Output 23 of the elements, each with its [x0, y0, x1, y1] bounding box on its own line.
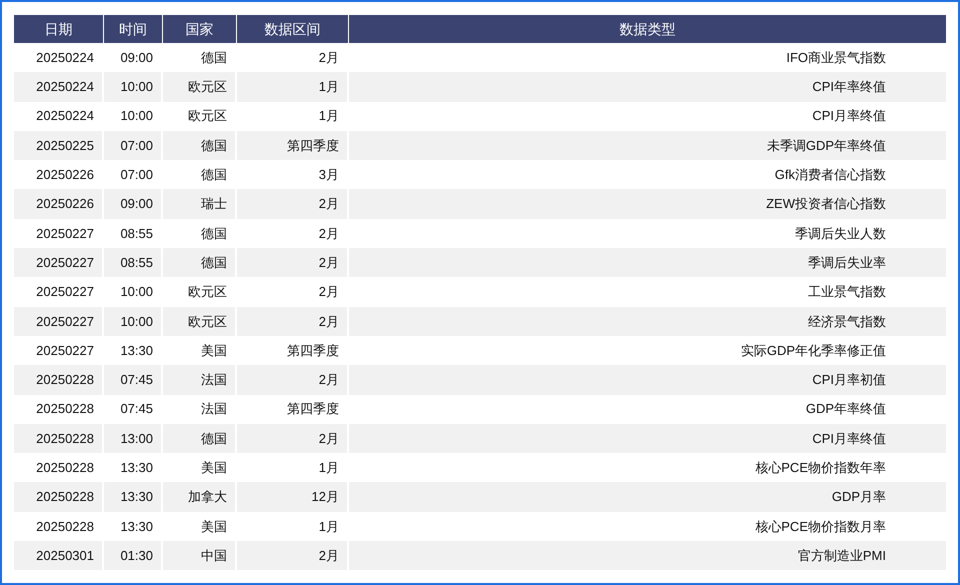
column-header: 数据类型 — [618, 20, 676, 38]
table-cell: 中国 — [163, 541, 237, 570]
table-cell: 2月 — [237, 541, 349, 570]
table-cell-text: 季调后失业人数 — [794, 224, 887, 243]
table-cell-text: ZEW投资者信心指数 — [765, 195, 887, 214]
table-cell-text: 核心PCE物价指数年率 — [754, 459, 887, 478]
table-cell-text: GDP月率 — [830, 488, 887, 506]
table-cell-text: IFO商业景气指数 — [785, 48, 887, 67]
table-cell-text: GDP年率终值 — [804, 400, 887, 418]
table-cell-text: CPI月率终值 — [811, 107, 887, 126]
table-cell-text: Gfk消费者信心指数 — [774, 166, 887, 184]
table-cell-text: CPI年率终值 — [811, 78, 887, 96]
table-cell-text: 经济景气指数 — [807, 312, 887, 331]
table-cell-text: 季调后失业率 — [807, 254, 887, 272]
table-cell: 01:30 — [104, 541, 163, 570]
table-cell-text: CPI月率终值 — [811, 430, 887, 448]
table-cell-text: 官方制造业PMI — [796, 546, 887, 565]
table-cell-text: 未季调GDP年率终值 — [766, 136, 887, 155]
table-cell: 20250301 — [14, 541, 104, 570]
table-cell-text: CPI月率初值 — [811, 371, 887, 390]
table-cell-text: 核心PCE物价指数月率 — [754, 518, 887, 536]
table-cell-text: 实际GDP年化季率修正值 — [740, 342, 887, 360]
table-cell-text: 工业景气指数 — [807, 283, 887, 302]
